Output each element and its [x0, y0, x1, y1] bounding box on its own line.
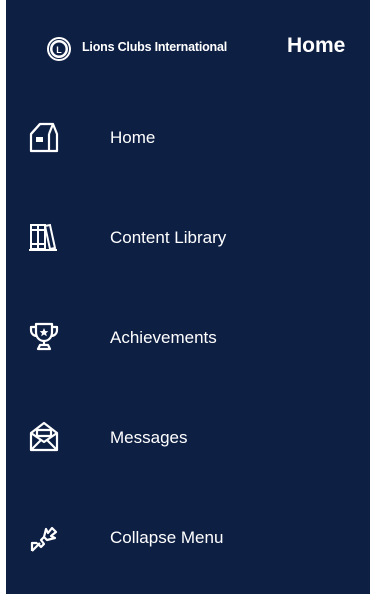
nav-item-content-library[interactable]: Content Library	[6, 202, 370, 274]
svg-text:L: L	[56, 45, 62, 55]
nav-item-messages[interactable]: Messages	[6, 402, 370, 474]
nav-item-label: Messages	[110, 428, 188, 447]
menu-header: L Lions Clubs International Home	[6, 20, 370, 76]
home-icon	[29, 122, 59, 153]
brand-name: Lions Clubs International	[82, 40, 228, 54]
lions-logo-icon: L	[47, 37, 71, 61]
nav-item-label: Home	[110, 128, 156, 147]
page-title: Home	[287, 34, 346, 57]
nav-item-label: Content Library	[110, 228, 227, 247]
nav-item-collapse-menu[interactable]: Collapse Menu	[6, 502, 370, 574]
books-icon	[29, 223, 57, 251]
nav-item-label: Collapse Menu	[110, 528, 224, 547]
nav-item-achievements[interactable]: Achievements	[6, 302, 370, 374]
nav-item-label: Achievements	[110, 328, 217, 347]
nav-item-home[interactable]: Home	[6, 102, 370, 174]
envelope-icon	[29, 421, 59, 452]
collapse-icon	[30, 526, 58, 552]
side-menu-panel: L Lions Clubs International Home Home Co…	[6, 0, 370, 594]
trophy-icon	[29, 322, 59, 351]
